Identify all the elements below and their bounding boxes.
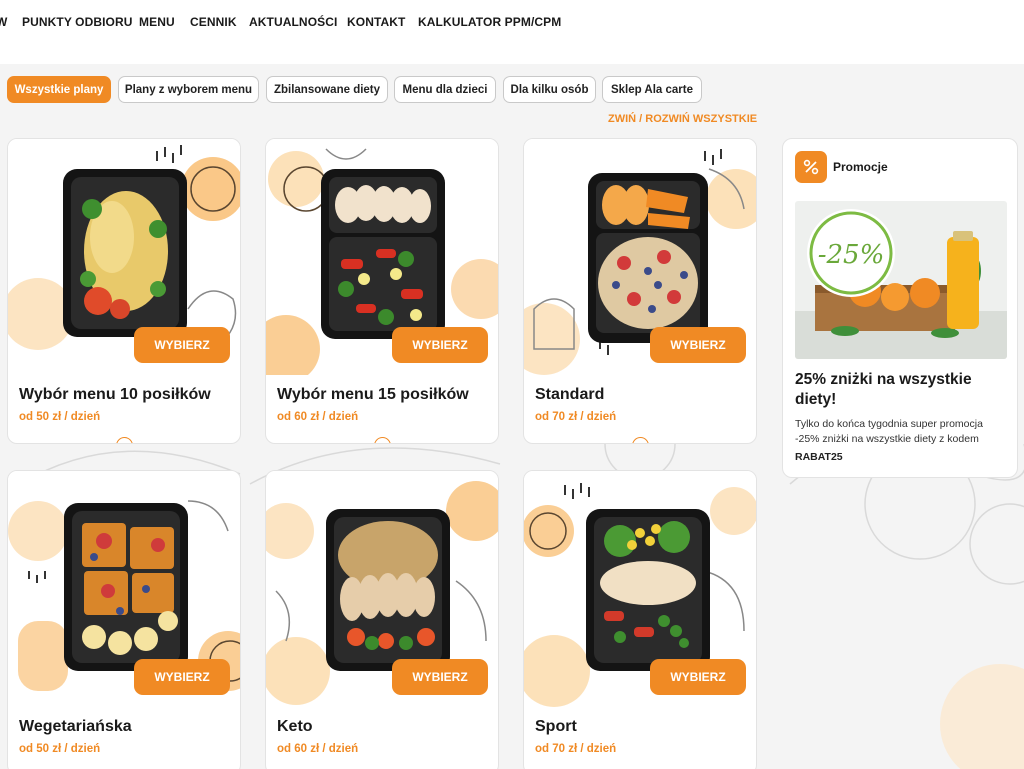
- choose-plan-button[interactable]: WYBIERZ: [650, 327, 746, 363]
- percent-icon: [795, 151, 827, 183]
- plan-title: Standard: [535, 386, 605, 403]
- promo-image[interactable]: -25%: [795, 201, 1007, 359]
- nav-item-pricing[interactable]: CENNIK: [190, 15, 237, 29]
- promo-code: RABAT25: [795, 451, 843, 463]
- plan-price: od 70 zł / dzień: [535, 743, 617, 755]
- choose-plan-button[interactable]: WYBIERZ: [134, 327, 230, 363]
- collapse-expand-all-link[interactable]: ZWIŃ / ROZWIŃ WSZYSTKIE: [608, 113, 757, 125]
- chevron-down-icon[interactable]: [374, 437, 391, 443]
- tab-all-plans[interactable]: Wszystkie plany: [7, 76, 111, 103]
- plan-card: WYBIERZ Sport od 70 zł / dzień: [523, 470, 757, 769]
- tab-balanced-diets[interactable]: Zbilansowane diety: [266, 76, 388, 103]
- plan-card: WYBIERZ Keto od 60 zł / dzień: [265, 470, 499, 769]
- nav-item-calculator[interactable]: KALKULATOR PPM/CPM: [418, 15, 561, 29]
- plan-title: Wybór menu 10 posiłków: [19, 386, 211, 403]
- choose-plan-button[interactable]: WYBIERZ: [650, 659, 746, 695]
- nav-item-news[interactable]: AKTUALNOŚCI: [249, 15, 337, 29]
- promo-title: 25% zniżki na wszystkie diety!: [795, 371, 972, 408]
- plan-card: WYBIERZ Wybór menu 10 posiłków od 50 zł …: [7, 138, 241, 444]
- top-navigation-bar: W PUNKTY ODBIORU MENU CENNIK AKTUALNOŚCI…: [0, 0, 1024, 64]
- choose-plan-button[interactable]: WYBIERZ: [134, 659, 230, 695]
- nav-item-menu[interactable]: MENU: [139, 15, 175, 29]
- nav-item-contact[interactable]: KONTAKT: [347, 15, 405, 29]
- tab-multi-person[interactable]: Dla kilku osób: [503, 76, 596, 103]
- plan-title: Wegetariańska: [19, 718, 132, 735]
- tab-ala-carte-shop[interactable]: Sklep Ala carte: [602, 76, 702, 103]
- plan-card: WYBIERZ Standard od 70 zł / dzień: [523, 138, 757, 444]
- promotions-heading: Promocje: [833, 160, 888, 174]
- tab-kids-menu[interactable]: Menu dla dzieci: [394, 76, 496, 103]
- choose-plan-button[interactable]: WYBIERZ: [392, 327, 488, 363]
- plan-title: Wybór menu 15 posiłków: [277, 386, 469, 403]
- promotions-panel: Promocje -25% 25% zniżki na wszystkie di…: [782, 138, 1018, 478]
- chevron-down-icon[interactable]: [632, 437, 649, 443]
- tab-menu-choice-plans[interactable]: Plany z wyborem menu: [118, 76, 259, 103]
- promo-discount-label: -25%: [818, 240, 885, 270]
- nav-item-truncated[interactable]: W: [0, 15, 7, 29]
- plan-price: od 50 zł / dzień: [19, 411, 101, 423]
- plan-price: od 60 zł / dzień: [277, 743, 359, 755]
- plan-title: Keto: [277, 718, 313, 735]
- plan-price: od 70 zł / dzień: [535, 411, 617, 423]
- plan-price: od 60 zł / dzień: [277, 411, 359, 423]
- chevron-down-icon[interactable]: [116, 437, 133, 443]
- promo-description: Tylko do końca tygodnia super promocja -…: [795, 418, 983, 445]
- plan-price: od 50 zł / dzień: [19, 743, 101, 755]
- choose-plan-button[interactable]: WYBIERZ: [392, 659, 488, 695]
- plan-card: WYBIERZ Wegetariańska od 50 zł / dzień: [7, 470, 241, 769]
- plan-title: Sport: [535, 718, 577, 735]
- nav-item-pickup-points[interactable]: PUNKTY ODBIORU: [22, 15, 133, 29]
- plan-card: WYBIERZ Wybór menu 15 posiłków od 60 zł …: [265, 138, 499, 444]
